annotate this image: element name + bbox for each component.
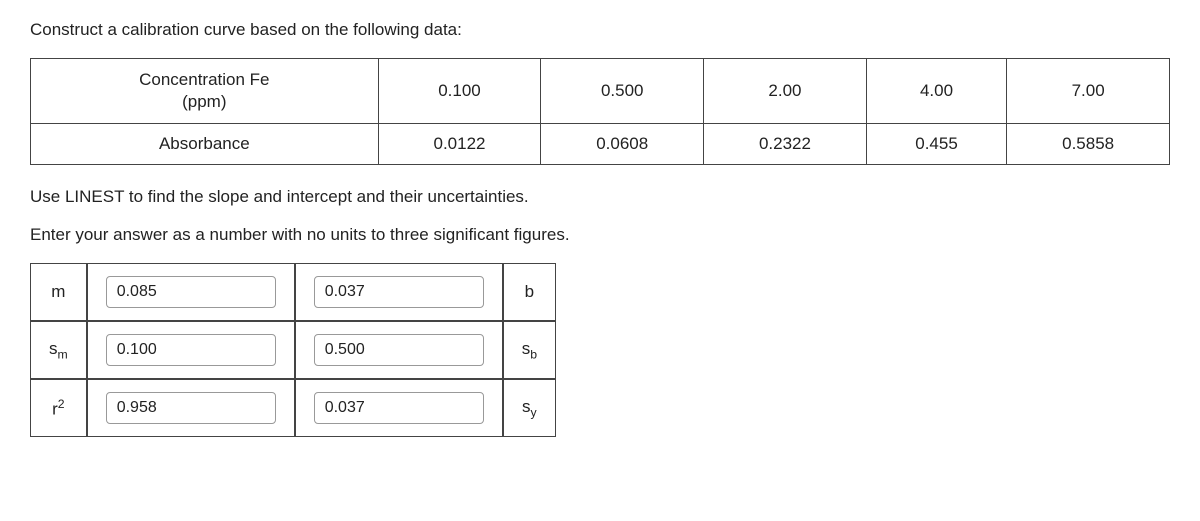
conc-val-1: 0.500 xyxy=(541,59,704,124)
calibration-data-table: Concentration Fe (ppm) 0.100 0.500 2.00 … xyxy=(30,58,1170,165)
cell-sb-input xyxy=(295,321,503,379)
conc-label-line1: Concentration Fe (ppm) xyxy=(139,70,269,111)
cell-sm-input xyxy=(87,321,295,379)
label-sb: sb xyxy=(503,321,556,379)
abs-val-3: 0.455 xyxy=(866,124,1006,165)
input-r2[interactable] xyxy=(106,392,276,424)
intro-text: Construct a calibration curve based on t… xyxy=(30,20,1170,40)
abs-header: Absorbance xyxy=(31,124,379,165)
instruction-format: Enter your answer as a number with no un… xyxy=(30,225,1170,245)
cell-sy-input xyxy=(295,379,503,437)
cell-r2-input xyxy=(87,379,295,437)
label-sm: sm xyxy=(30,321,87,379)
conc-val-4: 7.00 xyxy=(1007,59,1170,124)
input-m[interactable] xyxy=(106,276,276,308)
label-sy: sy xyxy=(503,379,556,437)
cell-m-input xyxy=(87,263,295,321)
input-sb[interactable] xyxy=(314,334,484,366)
label-m: m xyxy=(30,263,87,321)
instruction-linest: Use LINEST to find the slope and interce… xyxy=(30,187,1170,207)
cell-b-input xyxy=(295,263,503,321)
input-b[interactable] xyxy=(314,276,484,308)
conc-val-0: 0.100 xyxy=(378,59,541,124)
conc-header: Concentration Fe (ppm) xyxy=(31,59,379,124)
answer-table: m b sm sb r2 xyxy=(30,263,556,437)
abs-val-2: 0.2322 xyxy=(704,124,867,165)
conc-val-3: 4.00 xyxy=(866,59,1006,124)
label-r2: r2 xyxy=(30,379,87,437)
input-sy[interactable] xyxy=(314,392,484,424)
label-b: b xyxy=(503,263,556,321)
abs-val-4: 0.5858 xyxy=(1007,124,1170,165)
conc-val-2: 2.00 xyxy=(704,59,867,124)
input-sm[interactable] xyxy=(106,334,276,366)
abs-val-0: 0.0122 xyxy=(378,124,541,165)
abs-val-1: 0.0608 xyxy=(541,124,704,165)
